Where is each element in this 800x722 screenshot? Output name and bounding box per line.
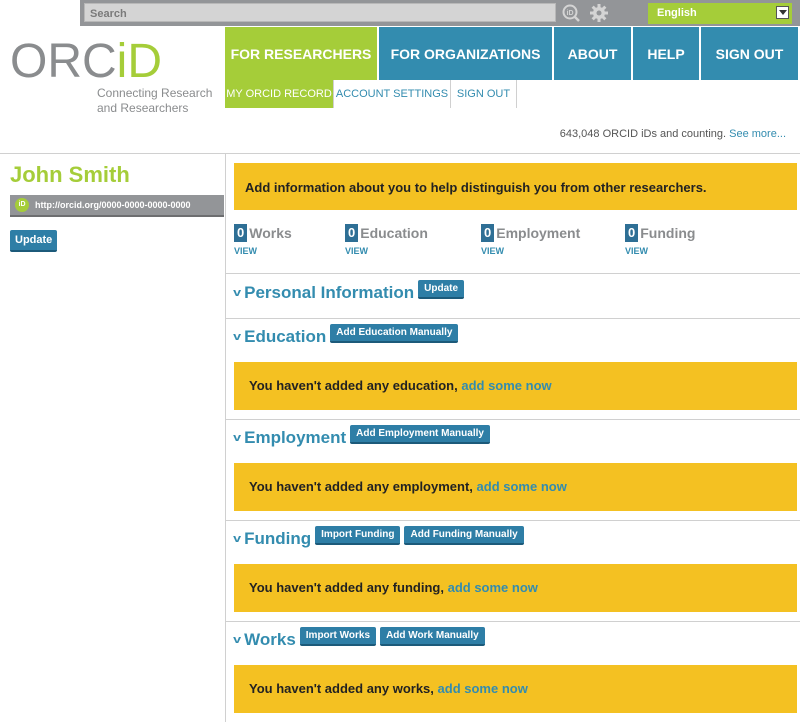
add-funding-button[interactable]: Add Funding Manually [404, 525, 524, 545]
stat-funding-label: Funding [640, 224, 696, 241]
stat-works-view-link[interactable]: VIEW [234, 246, 292, 256]
nav-about[interactable]: ABOUT [554, 27, 631, 80]
chevron-down-icon[interactable]: v [233, 331, 241, 343]
main-nav: FOR RESEARCHERS FOR ORGANIZATIONS ABOUT … [225, 27, 798, 80]
funding-header[interactable]: v Funding Import Funding Add Funding Man… [233, 525, 528, 549]
employment-title[interactable]: Employment [244, 428, 346, 448]
nav-for-organizations[interactable]: FOR ORGANIZATIONS [379, 27, 552, 80]
import-works-button[interactable]: Import Works [299, 626, 377, 646]
personal-info-header[interactable]: v Personal Information Update [233, 279, 468, 303]
counter-text: 643,048 ORCID iDs and counting. [559, 128, 727, 140]
nav-help[interactable]: HELP [633, 27, 699, 80]
subnav-account-settings[interactable]: ACCOUNT SETTINGS [334, 80, 451, 108]
intro-banner: Add information about you to help distin… [234, 163, 797, 210]
orcid-id-icon: iD [15, 198, 29, 212]
education-empty-notice: You haven't added any education, add som… [234, 362, 797, 410]
nav-sign-out[interactable]: SIGN OUT [701, 27, 798, 80]
intro-text: Add information about you to help distin… [245, 180, 707, 195]
stat-education-count: 0 [345, 224, 359, 242]
employment-header[interactable]: v Employment Add Employment Manually [233, 424, 494, 448]
stat-education-view-link[interactable]: VIEW [345, 246, 428, 256]
nav-for-researchers[interactable]: FOR RESEARCHERS [225, 27, 377, 80]
add-employment-link[interactable]: add some now [477, 479, 567, 494]
stat-employment: 0 Employment VIEW [481, 224, 580, 256]
gear-icon[interactable] [589, 3, 609, 23]
stat-education: 0 Education VIEW [345, 224, 428, 256]
add-employment-button[interactable]: Add Employment Manually [350, 424, 490, 444]
works-empty-notice: You haven't added any works, add some no… [234, 665, 797, 713]
funding-empty-notice: You haven't added any funding, add some … [234, 564, 797, 612]
works-empty-message: You haven't added any works, [249, 681, 434, 696]
id-counter: 643,048 ORCID iDs and counting. See more… [560, 128, 786, 140]
language-selected: English [657, 7, 697, 19]
education-empty-text: You haven't added any education, add som… [249, 378, 552, 393]
works-header[interactable]: v Works Import Works Add Work Manually [233, 626, 489, 650]
funding-empty-text: You haven't added any funding, add some … [249, 580, 538, 595]
education-empty-message: You haven't added any education, [249, 378, 458, 393]
column-divider [225, 154, 226, 722]
svg-text:iD: iD [567, 10, 574, 17]
funding-title[interactable]: Funding [244, 529, 311, 549]
orcid-id-bar: iD http://orcid.org/0000-0000-0000-0000 [10, 195, 224, 217]
search-field[interactable] [84, 3, 556, 23]
education-title[interactable]: Education [244, 327, 326, 347]
section-divider [226, 273, 800, 274]
add-work-button[interactable]: Add Work Manually [380, 626, 485, 646]
logo-orc: ORC [10, 35, 117, 88]
subnav-my-orcid-record[interactable]: MY ORCID RECORD [225, 80, 334, 108]
section-divider [226, 520, 800, 521]
stat-funding-view-link[interactable]: VIEW [625, 246, 695, 256]
add-education-button[interactable]: Add Education Manually [330, 323, 459, 343]
orcid-logo[interactable]: ORCiD [10, 38, 162, 86]
employment-empty-message: You haven't added any employment, [249, 479, 473, 494]
chevron-down-icon[interactable] [776, 6, 789, 19]
employment-empty-notice: You haven't added any employment, add so… [234, 463, 797, 511]
works-empty-text: You haven't added any works, add some no… [249, 681, 528, 696]
section-divider [226, 621, 800, 622]
see-more-link[interactable]: See more... [729, 128, 786, 140]
personal-info-update-button[interactable]: Update [418, 279, 465, 299]
logo-tagline: Connecting Research and Researchers [97, 86, 213, 115]
subnav-sign-out[interactable]: SIGN OUT [451, 80, 517, 108]
chevron-down-icon[interactable]: v [233, 432, 241, 444]
stat-employment-label: Employment [496, 224, 581, 241]
stat-employment-count: 0 [481, 224, 495, 242]
stat-education-label: Education [360, 224, 428, 241]
profile-name: John Smith [10, 162, 130, 187]
logo-id: iD [116, 35, 162, 88]
add-funding-link[interactable]: add some now [448, 580, 538, 595]
stat-works: 0 Works VIEW [234, 224, 292, 256]
add-works-link[interactable]: add some now [438, 681, 528, 696]
stat-works-label: Works [249, 224, 292, 241]
stat-works-count: 0 [234, 224, 248, 242]
import-funding-button[interactable]: Import Funding [315, 525, 401, 545]
section-divider [226, 419, 800, 420]
chevron-down-icon[interactable]: v [233, 634, 241, 646]
language-select[interactable]: English [648, 3, 792, 24]
stat-funding: 0 Funding VIEW [625, 224, 695, 256]
funding-empty-message: You haven't added any funding, [249, 580, 444, 595]
works-title[interactable]: Works [244, 630, 296, 650]
add-education-link[interactable]: add some now [461, 378, 551, 393]
update-profile-button[interactable]: Update [10, 230, 58, 252]
search-input[interactable] [85, 5, 555, 23]
employment-empty-text: You haven't added any employment, add so… [249, 479, 567, 494]
stat-employment-view-link[interactable]: VIEW [481, 246, 580, 256]
section-divider [226, 318, 800, 319]
header-divider [0, 153, 800, 154]
education-header[interactable]: v Education Add Education Manually [233, 323, 462, 347]
orcid-search-icon[interactable]: iD [562, 4, 580, 22]
chevron-down-icon[interactable]: v [233, 533, 241, 545]
sub-nav: MY ORCID RECORD ACCOUNT SETTINGS SIGN OU… [225, 80, 517, 108]
stat-funding-count: 0 [625, 224, 639, 242]
personal-info-title[interactable]: Personal Information [244, 283, 414, 303]
chevron-down-icon[interactable]: v [233, 287, 241, 299]
orcid-url[interactable]: http://orcid.org/0000-0000-0000-0000 [35, 200, 191, 210]
